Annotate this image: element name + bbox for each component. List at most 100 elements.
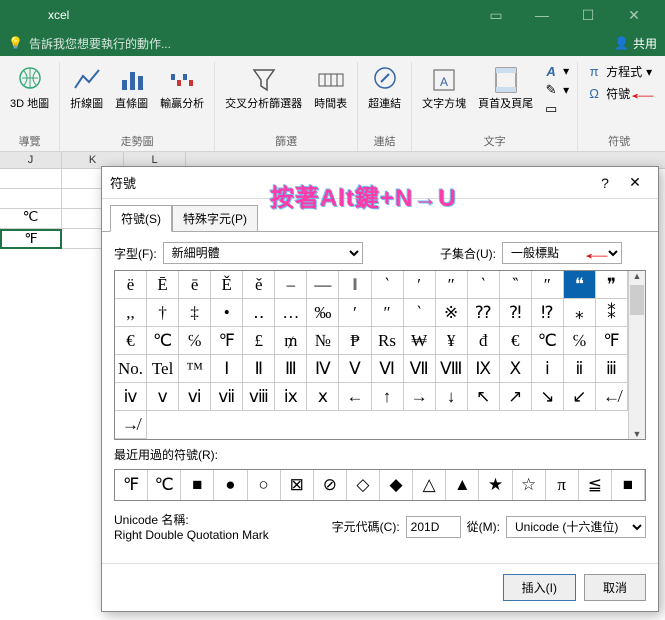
symbol-cell[interactable]: № <box>307 327 339 355</box>
symbol-cell[interactable]: ⅹ <box>307 383 339 411</box>
char-code-input[interactable] <box>406 516 461 538</box>
symbol-cell[interactable]: ′ <box>339 299 371 327</box>
symbol-cell[interactable]: € <box>500 327 532 355</box>
symbol-cell[interactable]: Ⅰ <box>211 355 243 383</box>
symbol-cell[interactable]: Ⅱ <box>243 355 275 383</box>
symbol-cell[interactable]: ↛ <box>115 411 147 439</box>
cell[interactable]: ℃ <box>0 209 62 229</box>
maximize-icon[interactable]: ☐ <box>565 7 611 24</box>
close-icon[interactable]: ✕ <box>620 174 650 191</box>
symbol-cell[interactable]: ′ <box>404 271 436 299</box>
symbol-cell[interactable]: ″ <box>532 271 564 299</box>
symbol-cell[interactable]: Ⅶ <box>404 355 436 383</box>
symbol-cell[interactable]: ⁉ <box>532 299 564 327</box>
equation-button[interactable]: π 方程式▾ <box>584 62 654 81</box>
from-select[interactable]: Unicode (十六進位) <box>506 516 646 538</box>
symbol-cell[interactable]: Ⅷ <box>436 355 468 383</box>
symbol-cell[interactable]: ″ <box>372 299 404 327</box>
wordart-button[interactable]: A▾ <box>541 62 571 80</box>
symbol-cell[interactable]: No. <box>115 355 147 383</box>
tab-symbols[interactable]: 符號(S) <box>110 205 172 232</box>
recent-symbol[interactable]: ≦ <box>579 470 612 500</box>
symbol-cell[interactable]: ℉ <box>211 327 243 355</box>
cell[interactable]: ℉ <box>0 229 62 249</box>
subset-select[interactable]: 一般標點 <box>502 242 622 264</box>
symbol-cell[interactable]: ₥ <box>275 327 307 355</box>
sparkline-winloss-button[interactable]: 輸贏分析 <box>156 62 208 131</box>
signature-button[interactable]: ✎▾ <box>541 81 571 99</box>
symbol-cell[interactable]: đ <box>468 327 500 355</box>
symbol-cell[interactable]: ‶ <box>500 271 532 299</box>
recent-symbol[interactable]: ⊠ <box>281 470 314 500</box>
symbol-cell[interactable]: ← <box>339 383 371 411</box>
symbol-cell[interactable]: ⅰ <box>532 355 564 383</box>
symbol-cell[interactable]: ″ <box>436 271 468 299</box>
recent-symbol[interactable]: ▲ <box>446 470 479 500</box>
symbol-cell[interactable]: £ <box>243 327 275 355</box>
symbol-cell[interactable]: € <box>115 327 147 355</box>
symbol-cell[interactable]: ‰ <box>307 299 339 327</box>
symbol-cell[interactable]: Tel <box>147 355 179 383</box>
object-button[interactable]: ▭ <box>541 100 571 118</box>
symbol-cell[interactable]: ™ <box>179 355 211 383</box>
scroll-thumb[interactable] <box>630 285 644 315</box>
symbol-cell[interactable]: ↙ <box>564 383 596 411</box>
symbol-cell[interactable]: … <box>275 299 307 327</box>
symbol-cell[interactable]: ě <box>243 271 275 299</box>
recent-symbol[interactable]: ■ <box>181 470 214 500</box>
symbol-cell[interactable]: ℉ <box>596 327 628 355</box>
symbol-cell[interactable]: ⁈ <box>500 299 532 327</box>
symbol-cell[interactable]: Rs <box>372 327 404 355</box>
close-window-icon[interactable]: ✕ <box>611 7 657 24</box>
symbol-cell[interactable]: ₩ <box>404 327 436 355</box>
col-header[interactable]: J <box>0 152 62 168</box>
scroll-down-icon[interactable]: ▼ <box>629 429 645 439</box>
symbol-cell[interactable]: Ⅴ <box>339 355 371 383</box>
recent-symbol[interactable]: ◇ <box>347 470 380 500</box>
tellme-input[interactable]: 告訴我您想要執行的動作... <box>29 35 171 52</box>
help-icon[interactable]: ? <box>590 175 620 191</box>
symbol-cell[interactable]: ‥ <box>243 299 275 327</box>
recent-symbol[interactable]: ★ <box>479 470 512 500</box>
symbol-cell[interactable]: → <box>404 383 436 411</box>
symbol-cell[interactable]: ë <box>115 271 147 299</box>
symbol-grid[interactable]: ëĒēĚě–—‖‵′″‵‶″❝❞,,†‡•‥…‰′″‵※⁇⁈⁉⁎⁑€℃℅℉£₥№… <box>115 271 628 439</box>
share-button[interactable]: 👤 共用 <box>614 35 657 52</box>
ribbon-opts-icon[interactable]: ▭ <box>473 7 519 24</box>
recent-symbol[interactable]: π <box>546 470 579 500</box>
cell[interactable] <box>0 189 62 209</box>
symbol-button[interactable]: Ω 符號 ← <box>584 82 654 105</box>
symbol-cell[interactable]: Ⅳ <box>307 355 339 383</box>
insert-button[interactable]: 插入(I) <box>503 574 576 601</box>
recent-symbol[interactable]: ☆ <box>513 470 546 500</box>
sparkline-column-button[interactable]: 直條圖 <box>111 62 152 131</box>
symbol-cell[interactable]: ⅶ <box>211 383 243 411</box>
symbol-cell[interactable]: ⅵ <box>179 383 211 411</box>
symbol-cell[interactable]: ⅴ <box>147 383 179 411</box>
symbol-cell[interactable]: ※ <box>436 299 468 327</box>
slicer-button[interactable]: 交叉分析篩選器 <box>221 62 306 131</box>
recent-symbol[interactable]: ℃ <box>148 470 181 500</box>
minimize-icon[interactable]: — <box>519 7 565 23</box>
symbol-cell[interactable]: Ⅹ <box>500 355 532 383</box>
symbol-cell[interactable]: ⁎ <box>564 299 596 327</box>
symbol-cell[interactable]: † <box>147 299 179 327</box>
symbol-cell[interactable]: ,, <box>115 299 147 327</box>
scroll-up-icon[interactable]: ▲ <box>629 271 645 281</box>
recent-symbol[interactable]: △ <box>413 470 446 500</box>
symbol-cell[interactable]: ‵ <box>404 299 436 327</box>
textbox-button[interactable]: A 文字方塊 <box>418 62 470 131</box>
symbol-cell[interactable]: ē <box>179 271 211 299</box>
symbol-cell[interactable]: • <box>211 299 243 327</box>
symbol-cell[interactable]: ⅱ <box>564 355 596 383</box>
cancel-button[interactable]: 取消 <box>584 574 646 601</box>
timeline-button[interactable]: 時間表 <box>310 62 351 131</box>
symbol-cell[interactable]: Ē <box>147 271 179 299</box>
symbol-cell[interactable]: ↗ <box>500 383 532 411</box>
symbol-cell[interactable]: – <box>275 271 307 299</box>
symbol-cell[interactable]: ↑ <box>372 383 404 411</box>
cell[interactable] <box>0 169 62 189</box>
symbol-cell[interactable]: Ě <box>211 271 243 299</box>
symbol-cell[interactable]: ⁇ <box>468 299 500 327</box>
symbol-cell[interactable]: ℃ <box>147 327 179 355</box>
